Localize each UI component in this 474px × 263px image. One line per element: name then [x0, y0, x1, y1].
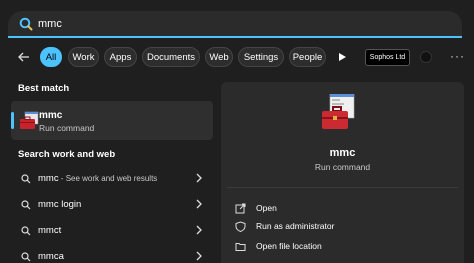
selection-indicator — [11, 112, 14, 129]
action-label: Run as administrator — [256, 221, 335, 231]
search-input[interactable] — [38, 17, 238, 31]
filter-chip-people[interactable]: People — [289, 47, 326, 67]
web-result-item[interactable]: mmc login — [11, 195, 213, 215]
filter-chip-all[interactable]: All — [40, 47, 62, 67]
best-match-result[interactable]: mmc Run command — [11, 101, 213, 140]
toolbox-icon — [20, 111, 39, 129]
web-result-item[interactable]: mmct — [11, 221, 213, 241]
preview-subtitle: Run command — [314, 162, 371, 172]
action-label: Open file location — [256, 241, 322, 251]
open-file-location-action[interactable]: Open file location — [235, 239, 445, 255]
filter-chip-settings[interactable]: Settings — [238, 47, 284, 67]
avatar[interactable] — [420, 51, 432, 63]
back-arrow-icon[interactable] — [17, 50, 31, 64]
shield-icon — [235, 221, 246, 232]
chevron-right-icon — [196, 251, 202, 261]
org-badge[interactable]: Sophos Ltd — [365, 49, 410, 66]
open-action[interactable]: Open — [235, 201, 445, 217]
search-icon — [21, 226, 31, 236]
filter-chip-apps[interactable]: Apps — [104, 47, 137, 67]
filter-chip-documents[interactable]: Documents — [142, 47, 200, 67]
folder-icon — [235, 243, 246, 251]
web-result-item[interactable]: mmc - See work and web results — [11, 169, 213, 189]
web-result-item[interactable]: mmca — [11, 247, 213, 263]
chevron-right-icon — [196, 173, 202, 183]
search-icon — [21, 200, 31, 210]
search-icon — [19, 17, 33, 31]
open-external-icon — [235, 203, 246, 214]
chevron-right-icon — [196, 199, 202, 209]
best-match-title: mmc — [39, 110, 63, 121]
best-match-subtitle: Run command — [39, 123, 95, 133]
web-result-text: mmca — [38, 251, 64, 262]
best-match-header: Best match — [18, 83, 70, 94]
web-search-header: Search work and web — [18, 149, 116, 160]
start-search-window: All Work Apps Documents Web Settings Peo… — [0, 0, 474, 263]
preview-pane: mmc Run command Open Run as administrato… — [221, 82, 464, 263]
play-icon[interactable] — [336, 51, 348, 63]
divider — [227, 187, 458, 188]
action-label: Open — [256, 203, 277, 213]
web-result-text: mmc - See work and web results — [38, 173, 158, 184]
web-result-text: mmct — [38, 225, 62, 236]
run-as-admin-action[interactable]: Run as administrator — [235, 219, 445, 235]
filter-chip-web[interactable]: Web — [205, 47, 233, 67]
preview-title: mmc — [329, 147, 356, 159]
toolbox-icon — [322, 94, 355, 129]
filter-bar: All Work Apps Documents Web Settings Peo… — [0, 45, 474, 69]
search-box[interactable] — [8, 11, 462, 38]
chevron-right-icon — [196, 225, 202, 235]
search-icon — [21, 252, 31, 262]
more-options-icon[interactable]: ··· — [450, 49, 465, 63]
web-result-text: mmc login — [38, 199, 82, 210]
filter-chip-work[interactable]: Work — [68, 47, 99, 67]
search-icon — [21, 174, 31, 184]
